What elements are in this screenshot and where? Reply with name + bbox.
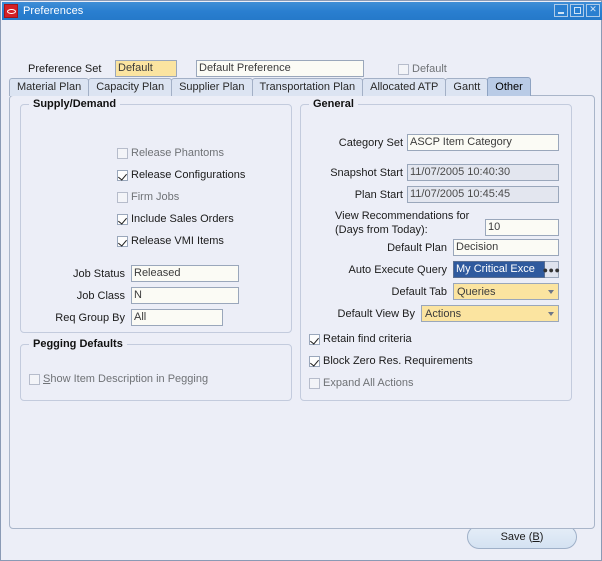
release-phantoms-label: Release Phantoms (131, 147, 224, 159)
checkbox-box (117, 191, 128, 203)
category-set-input[interactable]: ASCP Item Category (407, 134, 559, 151)
release-vmi-items-checkbox[interactable]: Release VMI Items (117, 235, 224, 247)
block-zero-res-requirements-checkbox[interactable]: Block Zero Res. Requirements (309, 355, 473, 367)
tab-allocated-atp[interactable]: Allocated ATP (362, 78, 447, 96)
include-sales-orders-checkbox[interactable]: Include Sales Orders (117, 213, 234, 225)
window-titlebar: Preferences ✕ (2, 2, 602, 20)
checkbox-box (309, 355, 320, 367)
other-tab-panel: Supply/Demand Release Phantoms Release C… (9, 95, 595, 529)
checkbox-box (309, 333, 320, 345)
window-title: Preferences (23, 5, 84, 17)
show-item-description-label: Show Item Description in Pegging (43, 373, 209, 385)
default-checkbox[interactable]: Default (398, 63, 447, 75)
checkbox-box (29, 373, 40, 385)
tab-transportation-plan[interactable]: Transportation Plan (251, 78, 364, 96)
view-recommendations-label-line2: (Days from Today): (335, 224, 428, 236)
job-status-input[interactable]: Released (131, 265, 239, 282)
default-tab-select[interactable]: Queries (453, 283, 559, 300)
chevron-down-icon (544, 306, 558, 321)
minimize-button[interactable] (554, 4, 568, 17)
list-of-values-icon[interactable]: ●●● (543, 261, 560, 278)
default-checkbox-label: Default (412, 63, 447, 75)
default-plan-input[interactable]: Decision (453, 239, 559, 256)
supply-demand-group: Supply/Demand Release Phantoms Release C… (20, 98, 292, 333)
job-status-label: Job Status (73, 268, 125, 280)
job-class-label: Job Class (76, 290, 125, 302)
general-title: General (309, 98, 358, 110)
close-button[interactable]: ✕ (586, 4, 600, 17)
snapshot-start-label: Snapshot Start (330, 167, 403, 179)
release-configurations-checkbox[interactable]: Release Configurations (117, 169, 245, 181)
release-vmi-items-label: Release VMI Items (131, 235, 224, 247)
default-view-by-value: Actions (425, 307, 462, 320)
default-plan-label: Default Plan (387, 242, 447, 254)
retain-find-criteria-checkbox[interactable]: Retain find criteria (309, 333, 412, 345)
retain-find-criteria-label: Retain find criteria (323, 333, 412, 345)
auto-execute-query-input[interactable]: My Critical Exce (453, 261, 545, 278)
default-view-by-select[interactable]: Actions (421, 305, 559, 322)
tab-strip: Material Plan Capacity Plan Supplier Pla… (9, 77, 531, 96)
checkbox-box (309, 377, 320, 389)
auto-execute-query-row: My Critical Exce ●●● (453, 261, 560, 278)
view-recommendations-label-line1: View Recommendations for (335, 210, 470, 222)
auto-execute-query-label: Auto Execute Query (348, 264, 447, 276)
preference-set-input[interactable]: Default (115, 60, 177, 77)
tab-supplier-plan[interactable]: Supplier Plan (171, 78, 253, 96)
default-tab-value: Queries (457, 285, 496, 298)
req-group-by-label: Req Group By (55, 312, 125, 324)
preference-set-label: Preference Set (28, 63, 102, 75)
supply-demand-title: Supply/Demand (29, 98, 121, 110)
firm-jobs-label: Firm Jobs (131, 191, 180, 203)
firm-jobs-checkbox[interactable]: Firm Jobs (117, 191, 179, 203)
include-sales-orders-label: Include Sales Orders (131, 213, 234, 225)
expand-all-actions-label: Expand All Actions (323, 377, 414, 389)
show-item-description-checkbox[interactable]: Show Item Description in Pegging (29, 373, 208, 385)
tab-capacity-plan[interactable]: Capacity Plan (88, 78, 173, 96)
tab-gantt[interactable]: Gantt (445, 78, 489, 96)
close-icon: ✕ (589, 5, 597, 15)
chevron-down-icon (544, 284, 558, 299)
plan-start-label: Plan Start (354, 189, 403, 201)
checkbox-box (398, 63, 409, 75)
pegging-defaults-title: Pegging Defaults (29, 338, 127, 350)
general-group: General Category Set ASCP Item Category … (300, 98, 572, 401)
save-button-label: Save (B) (500, 531, 544, 543)
job-class-input[interactable]: N (131, 287, 239, 304)
req-group-by-input[interactable]: All (131, 309, 223, 326)
default-view-by-label: Default View By (337, 308, 415, 320)
view-recommendations-days-input[interactable]: 10 (485, 219, 559, 236)
release-phantoms-checkbox[interactable]: Release Phantoms (117, 147, 224, 159)
checkbox-box (117, 147, 128, 159)
maximize-button[interactable] (570, 4, 584, 17)
snapshot-start-input: 11/07/2005 10:40:30 (407, 164, 559, 181)
tab-material-plan[interactable]: Material Plan (9, 78, 90, 96)
block-zero-res-requirements-label: Block Zero Res. Requirements (323, 355, 473, 367)
preferences-window: Preferences ✕ Preference Set Default Def… (0, 0, 602, 561)
default-tab-label: Default Tab (391, 286, 447, 298)
release-configurations-label: Release Configurations (131, 169, 246, 181)
expand-all-actions-checkbox[interactable]: Expand All Actions (309, 377, 414, 389)
preference-set-row: Preference Set Default Default Preferenc… (1, 27, 602, 77)
plan-start-input: 11/07/2005 10:45:45 (407, 186, 559, 203)
window-controls: ✕ (554, 4, 600, 17)
preference-description-input[interactable]: Default Preference (196, 60, 364, 77)
checkbox-box (117, 235, 128, 247)
pegging-defaults-group: Pegging Defaults Show Item Description i… (20, 338, 292, 401)
category-set-label: Category Set (338, 137, 403, 149)
checkbox-box (117, 169, 128, 181)
oracle-logo-icon (4, 4, 18, 18)
checkbox-box (117, 213, 128, 225)
tab-other[interactable]: Other (487, 77, 531, 96)
